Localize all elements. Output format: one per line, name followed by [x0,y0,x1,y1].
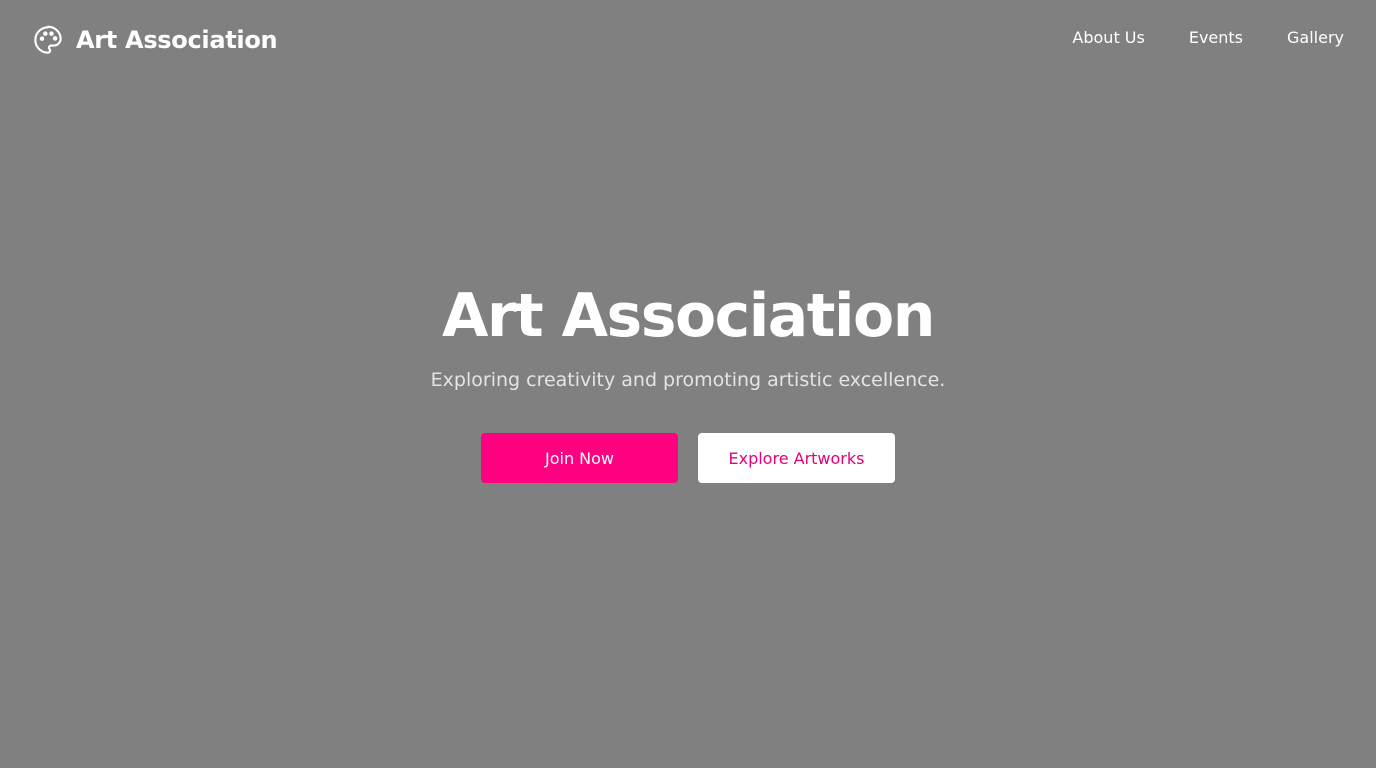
site-header: Art Association About Us Events Gallery [0,0,1376,80]
hero-actions: Join Now Explore Artworks [0,433,1376,483]
palette-icon [32,24,64,56]
nav-link-about-us[interactable]: About Us [1072,28,1144,47]
brand[interactable]: Art Association [32,24,278,56]
nav-link-events[interactable]: Events [1189,28,1243,47]
hero-title: Art Association [442,281,935,351]
join-now-button[interactable]: Join Now [481,433,678,483]
explore-artworks-button[interactable]: Explore Artworks [698,433,895,483]
main-nav: About Us Events Gallery [1072,28,1344,47]
hero-subtitle: Exploring creativity and promoting artis… [430,369,946,391]
hero-section: Art Association Exploring creativity and… [0,280,1376,483]
brand-name: Art Association [76,26,278,54]
nav-link-gallery[interactable]: Gallery [1287,28,1344,47]
